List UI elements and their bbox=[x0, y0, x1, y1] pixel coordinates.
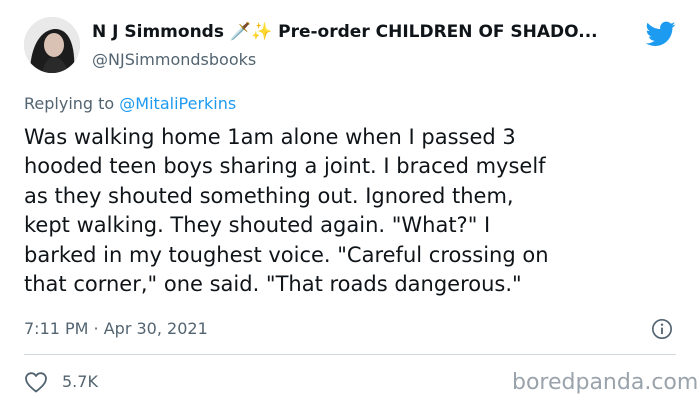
tweet-line: as they shouted something out. Ignored t… bbox=[24, 183, 514, 208]
tweet-text: Was walking home 1am alone when I passed… bbox=[24, 123, 684, 299]
tweet-line: hooded teen boys sharing a joint. I brac… bbox=[24, 154, 546, 179]
replying-to: Replying to @MitaliPerkins bbox=[24, 93, 236, 115]
tweet-line: barked in my toughest voice. "Careful cr… bbox=[24, 242, 549, 267]
author-name[interactable]: N J Simmonds 🗡️✨ Pre-order CHILDREN OF S… bbox=[92, 20, 632, 44]
watermark: boredpanda.com bbox=[512, 370, 699, 395]
reply-mention-link[interactable]: @MitaliPerkins bbox=[119, 94, 236, 113]
tweet-author: N J Simmonds 🗡️✨ Pre-order CHILDREN OF S… bbox=[92, 20, 632, 72]
avatar[interactable] bbox=[24, 17, 80, 73]
tweet-line: Was walking home 1am alone when I passed… bbox=[24, 125, 516, 149]
author-handle[interactable]: @NJSimmondsbooks bbox=[92, 48, 632, 72]
like-button[interactable]: 5.7K bbox=[24, 371, 98, 393]
tweet-timestamp[interactable]: 7:11 PM · Apr 30, 2021 bbox=[24, 318, 208, 340]
tweet-line: that corner," one said. "That roads dang… bbox=[24, 272, 522, 297]
twitter-bird-icon[interactable] bbox=[646, 21, 676, 47]
reply-prefix: Replying to bbox=[24, 94, 120, 113]
info-icon[interactable] bbox=[651, 318, 673, 340]
tweet-line: kept walking. They shouted again. "What?… bbox=[24, 213, 491, 238]
heart-icon[interactable] bbox=[24, 371, 48, 393]
like-count: 5.7K bbox=[62, 372, 98, 391]
divider bbox=[24, 354, 676, 355]
